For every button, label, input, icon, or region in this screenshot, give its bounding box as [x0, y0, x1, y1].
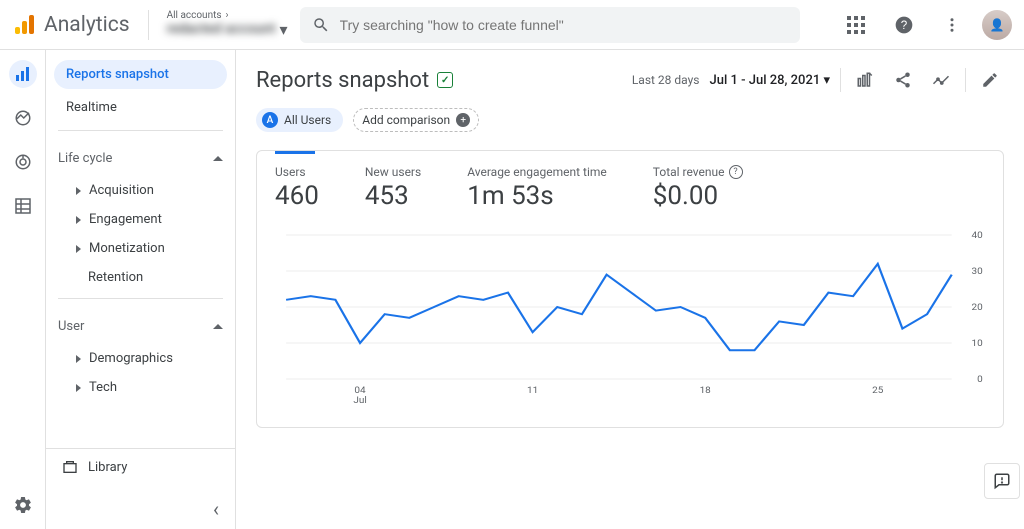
topbar: Analytics All accounts › redacted accoun… [0, 0, 1024, 50]
search-input[interactable] [340, 17, 788, 33]
metrics-card: Users 460 New users 453 Average engageme… [256, 150, 1004, 428]
feedback-button[interactable] [984, 463, 1020, 499]
svg-text:0: 0 [977, 374, 983, 384]
nav-monetization[interactable]: Monetization [58, 234, 235, 263]
svg-text:40: 40 [972, 230, 983, 240]
triangle-icon [76, 216, 81, 224]
analytics-logo-icon [12, 13, 36, 37]
nav-acquisition[interactable]: Acquisition [58, 176, 235, 205]
verified-badge-icon: ✓ [437, 72, 453, 88]
nav-engagement[interactable]: Engagement [58, 205, 235, 234]
nav-group-user[interactable]: User [58, 313, 223, 340]
svg-text:25: 25 [872, 385, 883, 395]
svg-text:?: ? [901, 19, 908, 32]
chip-add-comparison[interactable]: Add comparison + [353, 108, 479, 132]
search-box[interactable] [300, 7, 800, 43]
brand-name: Analytics [44, 13, 130, 37]
users-line-chart: 0 10 20 30 40 04Jul 11 18 25 [275, 229, 985, 409]
triangle-icon [76, 245, 81, 253]
info-icon[interactable]: ? [729, 165, 743, 179]
plus-icon: + [456, 113, 470, 127]
svg-text:20: 20 [972, 302, 983, 312]
svg-text:11: 11 [527, 385, 538, 395]
user-avatar[interactable]: 👤 [982, 10, 1012, 40]
triangle-icon [76, 384, 81, 392]
nav-realtime[interactable]: Realtime [54, 93, 227, 122]
chevron-right-icon: › [226, 10, 229, 21]
insights-icon[interactable] [927, 66, 955, 94]
rail-advertising-icon[interactable] [9, 148, 37, 176]
rail-reports-icon[interactable] [9, 60, 37, 88]
library-icon [62, 459, 78, 475]
svg-text:Jul: Jul [353, 395, 366, 405]
metric-avg-engagement[interactable]: Average engagement time 1m 53s [467, 165, 607, 211]
nav-retention[interactable]: Retention [58, 263, 235, 292]
chevron-up-icon [213, 156, 223, 161]
svg-text:18: 18 [700, 385, 711, 395]
svg-text:30: 30 [972, 266, 983, 276]
active-tab-indicator [275, 151, 315, 154]
nav-tech[interactable]: Tech [58, 373, 235, 402]
settings-icon[interactable] [9, 491, 37, 519]
logo-brand[interactable]: Analytics [12, 13, 130, 37]
rail-configure-icon[interactable] [9, 192, 37, 220]
nav-library[interactable]: Library [46, 448, 235, 485]
period-label: Last 28 days [632, 73, 700, 87]
date-range-picker[interactable]: Jul 1 - Jul 28, 2021 ▾ [709, 73, 830, 88]
side-nav: Reports snapshot Realtime Life cycle Acq… [46, 50, 236, 529]
nav-group-lifecycle[interactable]: Life cycle [58, 145, 223, 172]
segment-badge-icon: A [262, 112, 278, 128]
left-rail [0, 50, 46, 529]
edit-icon[interactable] [976, 66, 1004, 94]
divider [148, 10, 149, 40]
metric-new-users[interactable]: New users 453 [365, 165, 421, 211]
rail-explore-icon[interactable] [9, 104, 37, 132]
triangle-icon [76, 187, 81, 195]
metric-total-revenue[interactable]: Total revenue? $0.00 [653, 165, 743, 211]
apps-grid-icon[interactable] [838, 7, 874, 43]
main-content: Reports snapshot ✓ Last 28 days Jul 1 - … [236, 50, 1024, 529]
collapse-nav-icon[interactable]: ‹ [213, 497, 219, 521]
help-icon[interactable]: ? [886, 7, 922, 43]
account-name: redacted account [167, 22, 276, 37]
nav-demographics[interactable]: Demographics [58, 344, 235, 373]
nav-reports-snapshot[interactable]: Reports snapshot [54, 60, 227, 89]
chevron-down-icon: ▾ [280, 21, 288, 39]
chevron-up-icon [213, 324, 223, 329]
metric-users[interactable]: Users 460 [275, 165, 319, 211]
svg-text:04: 04 [354, 385, 366, 395]
chip-all-users[interactable]: A All Users [256, 108, 343, 132]
account-label: All accounts [167, 10, 222, 21]
page-title: Reports snapshot [256, 68, 429, 93]
share-icon[interactable] [889, 66, 917, 94]
customize-report-icon[interactable] [851, 66, 879, 94]
more-menu-icon[interactable] [934, 7, 970, 43]
account-selector[interactable]: All accounts › redacted account ▾ [167, 10, 288, 39]
triangle-icon [76, 355, 81, 363]
search-icon [312, 16, 330, 34]
svg-text:10: 10 [972, 338, 983, 348]
